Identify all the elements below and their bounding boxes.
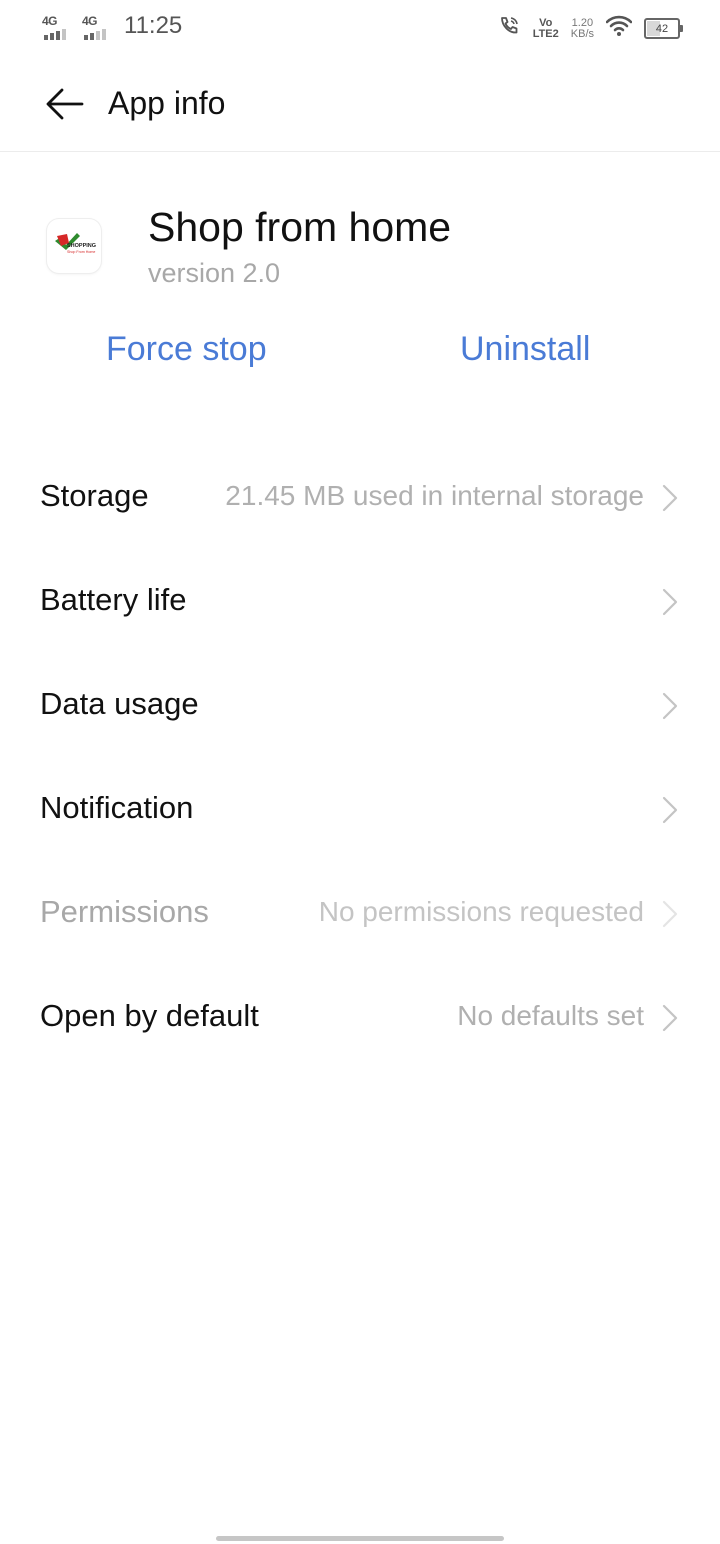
settings-item-label: Data usage [40, 686, 199, 721]
chevron-right-icon [662, 900, 678, 928]
settings-item-label: Notification [40, 790, 194, 825]
shopping-app-icon: SHOPPING Shop From Home [47, 219, 101, 273]
wifi-call-icon [497, 14, 521, 43]
settings-item-permissions: Permissions No permissions requested [0, 862, 720, 966]
volte-bottom-label: LTE2 [532, 27, 559, 40]
top-app-bar: App info [0, 58, 720, 152]
settings-item-label: Storage [40, 478, 149, 513]
signal-icon: 4G [42, 12, 76, 40]
battery-level: 42 [655, 22, 669, 35]
home-indicator[interactable] [216, 1536, 504, 1541]
back-arrow-icon [46, 88, 84, 120]
volte-icon: Vo LTE2 [532, 17, 559, 40]
settings-item-value: 21.45 MB used in internal storage [225, 480, 644, 511]
back-button[interactable] [34, 78, 94, 130]
force-stop-button[interactable]: Force stop [106, 330, 267, 369]
settings-list: Storage 21.45 MB used in internal storag… [0, 446, 720, 1070]
settings-item-label: Permissions [40, 894, 209, 929]
chevron-right-icon [662, 692, 678, 720]
settings-item-value: No defaults set [457, 1000, 644, 1031]
settings-item-value: No permissions requested [318, 896, 644, 927]
wifi-icon [605, 15, 633, 42]
battery-icon: 42 [644, 18, 683, 39]
settings-item-data-usage[interactable]: Data usage [0, 654, 720, 758]
chevron-right-icon [662, 484, 678, 512]
status-bar: 4G 4G 11:25 Vo LTE2 1.20 KB/s 42 [0, 0, 720, 58]
speed-unit: KB/s [570, 27, 594, 40]
chevron-right-icon [662, 1004, 678, 1032]
signal-icon: 4G [82, 12, 116, 40]
uninstall-button[interactable]: Uninstall [460, 330, 590, 369]
network-speed: 1.20 KB/s [570, 17, 594, 40]
settings-item-label: Open by default [40, 998, 259, 1033]
settings-item-label: Battery life [40, 582, 187, 617]
chevron-right-icon [662, 588, 678, 616]
settings-item-notification[interactable]: Notification [0, 758, 720, 862]
settings-item-storage[interactable]: Storage 21.45 MB used in internal storag… [0, 446, 720, 550]
network-type-label: 4G [82, 14, 98, 28]
chevron-right-icon [662, 796, 678, 824]
settings-item-open-by-default[interactable]: Open by default No defaults set [0, 966, 720, 1070]
app-version: version 2.0 [148, 258, 281, 288]
network-type-label: 4G [42, 14, 58, 28]
app-name: Shop from home [148, 204, 452, 250]
settings-item-battery-life[interactable]: Battery life [0, 550, 720, 654]
app-icon-text: SHOPPING [67, 243, 96, 249]
status-time: 11:25 [124, 12, 183, 39]
app-icon-subtext: Shop From Home [67, 250, 95, 254]
page-title: App info [108, 85, 226, 121]
